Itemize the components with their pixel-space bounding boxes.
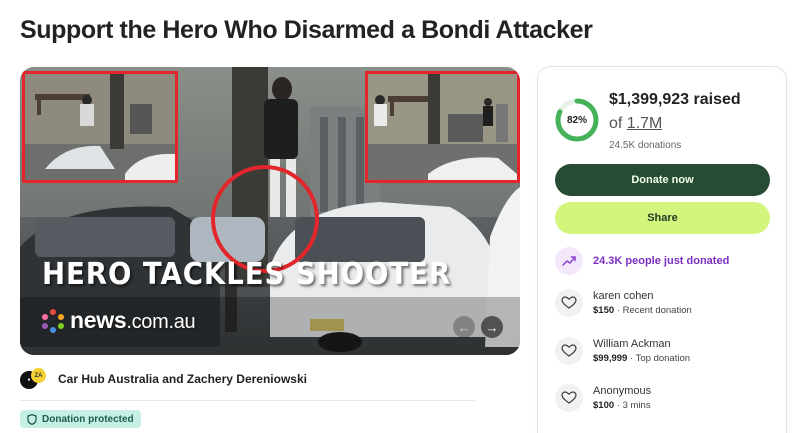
organizer-name[interactable]: Car Hub Australia and Zachery Dereniowsk… xyxy=(58,372,307,386)
donor-meta: $99,999 · Top donation xyxy=(593,353,691,364)
campaign-media[interactable]: HERO TACKLES SHOOTER news.com.au ← → xyxy=(20,67,520,355)
carousel-prev-button[interactable]: ← xyxy=(453,316,475,338)
organizer[interactable]: ● ZA Car Hub Australia and Zachery Deren… xyxy=(20,368,307,390)
news-logo-text: news.com.au xyxy=(70,307,196,333)
inset-frame-left xyxy=(22,71,178,183)
news-logo-mark-icon xyxy=(42,308,64,333)
goal-amount: of 1.7M xyxy=(609,115,662,133)
organizer-avatar: ● ZA xyxy=(20,368,46,390)
donor-item: William Ackman $99,999 · Top donation xyxy=(555,337,690,365)
heart-hand-icon xyxy=(555,289,583,317)
donor-item: karen cohen $150 · Recent donation xyxy=(555,289,692,317)
goal-prefix: of xyxy=(609,115,623,132)
chevron-left-icon: ← xyxy=(457,319,471,335)
heart-hand-icon xyxy=(555,337,583,365)
inset-frame-right xyxy=(365,71,520,183)
donation-protected-badge[interactable]: Donation protected xyxy=(20,410,141,428)
organizer-avatar-secondary: ZA xyxy=(31,368,46,383)
shield-icon xyxy=(27,413,37,425)
progress-percent: 82% xyxy=(566,114,587,126)
donor-meta: $100 · 3 mins xyxy=(593,400,651,411)
news-logo: news.com.au xyxy=(40,307,196,334)
trending-up-icon xyxy=(555,247,583,275)
donations-count: 24.5K donations xyxy=(609,140,682,151)
chevron-right-icon: → xyxy=(485,319,499,335)
donate-now-button[interactable]: Donate now xyxy=(555,164,770,196)
heart-hand-icon xyxy=(555,384,583,412)
goal-link[interactable]: 1.7M xyxy=(627,115,663,132)
divider xyxy=(20,400,475,401)
trend-text: 24.3K people just donated xyxy=(593,255,730,267)
recent-donations-trend[interactable]: 24.3K people just donated xyxy=(555,247,729,275)
share-button[interactable]: Share xyxy=(555,202,770,234)
donor-name: William Ackman xyxy=(593,338,671,350)
page-title: Support the Hero Who Disarmed a Bondi At… xyxy=(20,16,593,44)
carousel-next-button[interactable]: → xyxy=(481,316,503,338)
donor-meta: $150 · Recent donation xyxy=(593,305,692,316)
amount-raised: $1,399,923 raised xyxy=(609,91,741,108)
donor-name: karen cohen xyxy=(593,290,654,302)
donation-card: 82% $1,399,923 raised of 1.7M 24.5K dona… xyxy=(537,66,787,433)
donor-name: Anonymous xyxy=(593,385,652,397)
overlay-caption: HERO TACKLES SHOOTER xyxy=(42,257,452,292)
donor-item: Anonymous $100 · 3 mins xyxy=(555,384,651,412)
donation-protected-label: Donation protected xyxy=(42,413,134,425)
